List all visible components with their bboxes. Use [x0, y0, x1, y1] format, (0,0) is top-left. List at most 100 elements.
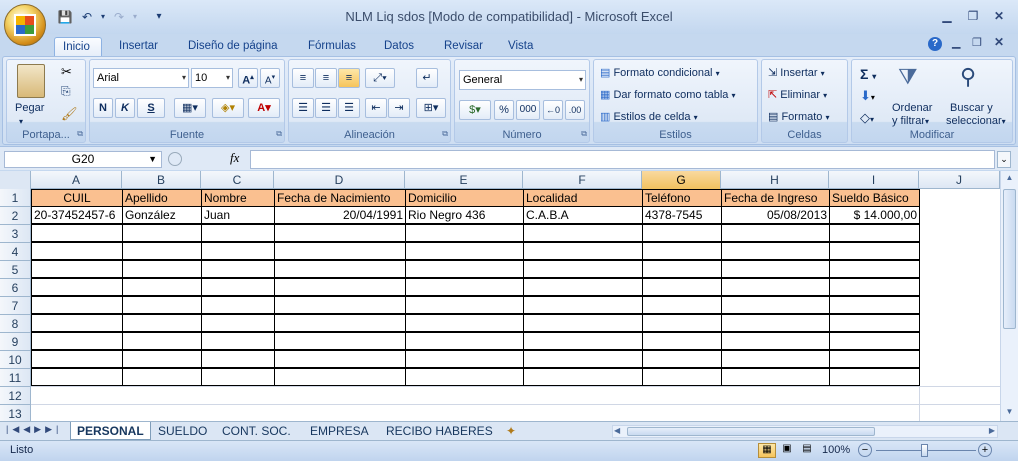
wrap-text-button[interactable]: ↵ [416, 68, 438, 88]
font-color-button[interactable]: A▾ [248, 98, 280, 118]
tab-datos[interactable]: Datos [376, 37, 422, 56]
dialog-launcher-icon[interactable]: ⧉ [581, 129, 587, 139]
empty-cell[interactable] [721, 332, 830, 350]
fill-icon[interactable]: ⬇▾ [860, 88, 875, 104]
select-all-button[interactable] [0, 171, 31, 189]
bold-button[interactable]: N [93, 98, 113, 118]
scroll-left-icon[interactable]: ◀ [614, 426, 620, 435]
column-header[interactable]: H [721, 171, 829, 189]
header-cell-cuil[interactable]: CUIL [31, 189, 123, 207]
h-scroll-thumb[interactable] [627, 427, 875, 436]
insert-function-icon[interactable]: fx [230, 150, 239, 166]
decrease-indent-button[interactable]: ⇤ [365, 98, 387, 118]
fill-color-button[interactable]: ◈▾ [212, 98, 244, 118]
increase-indent-button[interactable]: ⇥ [388, 98, 410, 118]
empty-cell[interactable] [274, 314, 406, 332]
empty-cell[interactable] [829, 332, 920, 350]
column-header[interactable]: B [122, 171, 201, 189]
empty-cell[interactable] [31, 296, 123, 314]
paste-button[interactable]: Pegar [15, 102, 44, 114]
underline-button[interactable]: S [137, 98, 165, 118]
column-header[interactable]: J [919, 171, 1000, 189]
empty-cell[interactable] [721, 260, 830, 278]
align-left-button[interactable]: ☰ [292, 98, 314, 118]
empty-cell[interactable] [642, 224, 722, 242]
format-painter-icon[interactable]: 🖌 [61, 106, 78, 122]
insert-sheet-icon[interactable]: ✦ [506, 424, 516, 438]
empty-cell[interactable] [274, 224, 406, 242]
empty-cell[interactable] [274, 350, 406, 368]
tab-inicio[interactable]: Inicio [54, 37, 102, 56]
empty-cell[interactable] [122, 368, 202, 386]
empty-cell[interactable] [523, 260, 643, 278]
page-layout-view-icon[interactable]: ▣ [778, 443, 796, 458]
zoom-in-icon[interactable]: + [978, 443, 992, 457]
header-cell-domicilio[interactable]: Domicilio [405, 189, 524, 207]
copy-icon[interactable]: ⎘ [61, 84, 71, 99]
row-header[interactable]: 6 [0, 279, 31, 297]
vertical-scrollbar[interactable]: ▲ ▼ [1000, 171, 1018, 421]
empty-cell[interactable] [523, 296, 643, 314]
minimize-icon[interactable]: ▁ [936, 8, 958, 24]
header-cell-fecha-nacimiento[interactable]: Fecha de Nacimiento [274, 189, 406, 207]
empty-cell[interactable] [721, 368, 830, 386]
cell-localidad[interactable]: C.A.B.A [523, 206, 643, 224]
help-icon[interactable]: ? [928, 37, 942, 51]
empty-cell[interactable] [405, 242, 524, 260]
empty-cell[interactable] [122, 242, 202, 260]
align-bottom-button[interactable]: ≡ [338, 68, 360, 88]
empty-cell[interactable] [201, 278, 275, 296]
zoom-out-icon[interactable]: − [858, 443, 872, 457]
dialog-launcher-icon[interactable]: ⧉ [442, 129, 448, 139]
formula-input[interactable] [250, 150, 995, 169]
align-middle-button[interactable]: ≡ [315, 68, 337, 88]
close-icon[interactable]: ✕ [988, 8, 1010, 24]
empty-cell[interactable] [642, 242, 722, 260]
restore-icon[interactable]: ❐ [962, 8, 984, 24]
empty-cell[interactable] [31, 224, 123, 242]
empty-cell[interactable] [523, 314, 643, 332]
empty-cell[interactable] [122, 224, 202, 242]
empty-cell[interactable] [274, 368, 406, 386]
empty-cell[interactable] [523, 350, 643, 368]
dialog-launcher-icon[interactable]: ⧉ [276, 129, 282, 139]
empty-cell[interactable] [829, 314, 920, 332]
empty-cell[interactable] [721, 296, 830, 314]
borders-button[interactable]: ▦▾ [174, 98, 206, 118]
row-header[interactable]: 10 [0, 351, 31, 369]
cell-telefono[interactable]: 4378-7545 [642, 206, 722, 224]
percent-button[interactable]: % [494, 100, 514, 120]
empty-cell[interactable] [642, 260, 722, 278]
header-cell-telefono[interactable]: Teléfono [642, 189, 722, 207]
empty-cell[interactable] [31, 314, 123, 332]
empty-cell[interactable] [721, 278, 830, 296]
merge-center-button[interactable]: ⊞▾ [416, 98, 446, 118]
name-box[interactable]: G20 ▼ [4, 151, 162, 168]
tab-revisar[interactable]: Revisar [436, 37, 491, 56]
empty-cell[interactable] [201, 314, 275, 332]
empty-cell[interactable] [201, 242, 275, 260]
empty-cell[interactable] [274, 260, 406, 278]
font-size-combo[interactable]: 10 ▾ [191, 68, 233, 88]
normal-view-icon[interactable]: ▦ [758, 443, 776, 458]
expand-formula-bar-icon[interactable]: ⌄ [997, 151, 1011, 168]
empty-cell[interactable] [642, 350, 722, 368]
sheet-tab-personal[interactable]: PERSONAL [70, 422, 151, 440]
autosum-icon[interactable]: Σ ▾ [860, 66, 876, 82]
sheet-tab-recibo-haberes[interactable]: RECIBO HABERES [380, 422, 499, 440]
empty-cell[interactable] [642, 332, 722, 350]
empty-cell[interactable] [201, 224, 275, 242]
tab-diseno-pagina[interactable]: Diseño de página [180, 37, 286, 56]
cell-domicilio[interactable]: Rio Negro 436 [405, 206, 524, 224]
empty-cell[interactable] [31, 368, 123, 386]
empty-cell[interactable] [405, 224, 524, 242]
empty-cell[interactable] [274, 242, 406, 260]
empty-cell[interactable] [122, 350, 202, 368]
empty-cell[interactable] [201, 368, 275, 386]
row-header[interactable]: 1 [0, 189, 31, 207]
header-cell-localidad[interactable]: Localidad [523, 189, 643, 207]
cell-nombre[interactable]: Juan [201, 206, 275, 224]
empty-cell[interactable] [31, 278, 123, 296]
empty-cell[interactable] [201, 332, 275, 350]
empty-cell[interactable] [523, 368, 643, 386]
